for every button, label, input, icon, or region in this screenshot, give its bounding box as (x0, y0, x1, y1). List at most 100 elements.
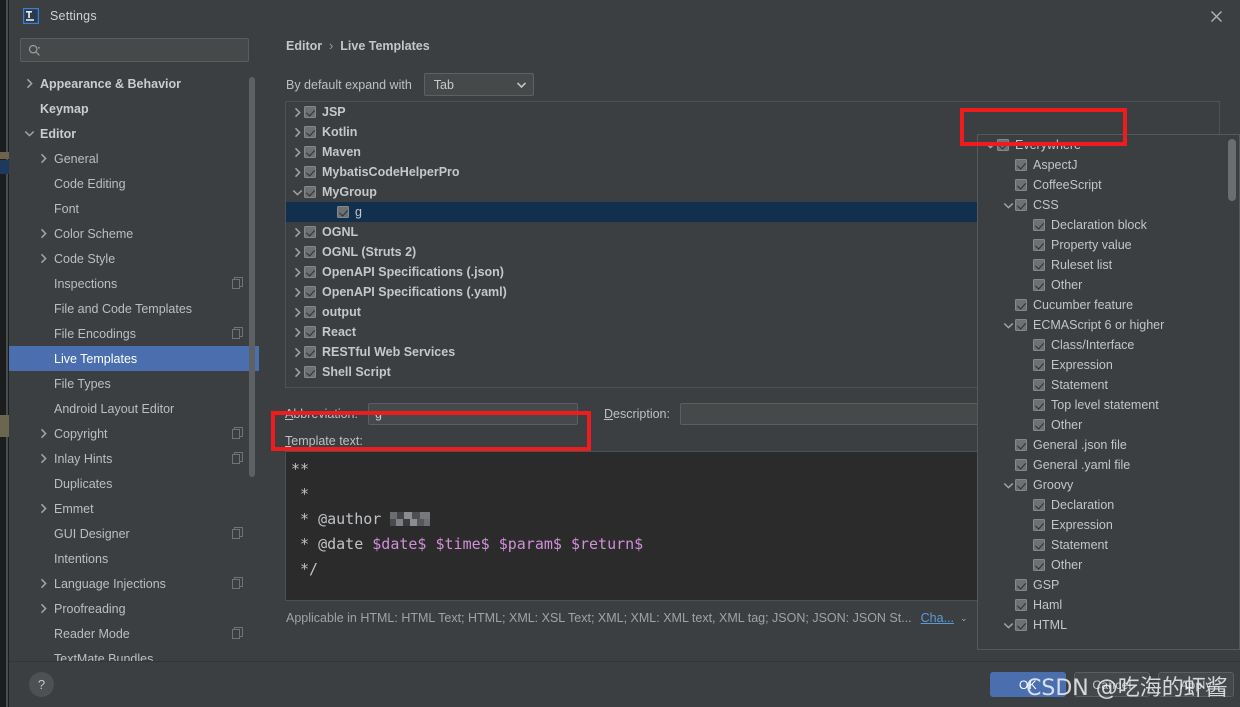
context-row[interactable]: Expression (978, 515, 1239, 535)
chevron-down-icon[interactable] (1002, 200, 1015, 211)
context-checkbox[interactable] (1033, 559, 1045, 571)
cancel-button[interactable]: Cancel (1074, 672, 1150, 697)
context-checkbox[interactable] (1015, 299, 1027, 311)
sidebar-item-android-layout-editor[interactable]: Android Layout Editor (9, 396, 259, 421)
chevron-down-icon[interactable] (984, 140, 997, 151)
sidebar-item-general[interactable]: General (9, 146, 259, 171)
context-row[interactable]: GSP (978, 575, 1239, 595)
context-row[interactable]: Declaration (978, 495, 1239, 515)
sidebar-item-intentions[interactable]: Intentions (9, 546, 259, 571)
template-checkbox[interactable] (304, 306, 316, 318)
template-checkbox[interactable] (304, 126, 316, 138)
sidebar-item-gui-designer[interactable]: GUI Designer (9, 521, 259, 546)
context-row[interactable]: Ruleset list (978, 255, 1239, 275)
context-row[interactable]: Haml (978, 595, 1239, 615)
context-row[interactable]: Cucumber feature (978, 295, 1239, 315)
chevron-right-icon[interactable] (37, 578, 49, 590)
context-row[interactable]: Other (978, 275, 1239, 295)
context-row[interactable]: CSS (978, 195, 1239, 215)
sidebar-item-keymap[interactable]: Keymap (9, 96, 259, 121)
sidebar-item-file-types[interactable]: File Types (9, 371, 259, 396)
context-row[interactable]: CoffeeScript (978, 175, 1239, 195)
context-checkbox[interactable] (1015, 319, 1027, 331)
chevron-right-icon[interactable] (37, 503, 49, 515)
template-checkbox[interactable] (304, 286, 316, 298)
chevron-right-icon[interactable] (291, 147, 304, 158)
template-row[interactable]: JSP (286, 102, 1219, 122)
settings-category-tree[interactable]: Appearance & Behavior Keymap Editor General… (9, 71, 259, 661)
context-checkbox[interactable] (1015, 599, 1027, 611)
sidebar-item-copyright[interactable]: Copyright (9, 421, 259, 446)
context-checkbox[interactable] (1033, 359, 1045, 371)
context-row[interactable]: Statement (978, 535, 1239, 555)
context-row[interactable]: Everywhere (978, 135, 1239, 155)
context-row[interactable]: Statement (978, 375, 1239, 395)
search-input[interactable] (46, 41, 236, 59)
chevron-down-icon[interactable]: ⌄ (960, 613, 968, 624)
close-icon[interactable] (1202, 5, 1230, 27)
context-row[interactable]: General .json file (978, 435, 1239, 455)
chevron-right-icon[interactable] (291, 367, 304, 378)
chevron-right-icon[interactable] (37, 428, 49, 440)
ok-button[interactable]: OK (990, 672, 1066, 697)
template-checkbox[interactable] (304, 186, 316, 198)
template-checkbox[interactable] (337, 206, 349, 218)
context-checkbox[interactable] (1033, 419, 1045, 431)
context-checkbox[interactable] (997, 139, 1009, 151)
context-checkbox[interactable] (1015, 179, 1027, 191)
context-checkbox[interactable] (1015, 199, 1027, 211)
context-scrollbar-thumb[interactable] (1228, 139, 1236, 201)
sidebar-item-reader-mode[interactable]: Reader Mode (9, 621, 259, 646)
chevron-right-icon[interactable] (37, 603, 49, 615)
chevron-right-icon[interactable] (291, 307, 304, 318)
chevron-right-icon[interactable] (23, 78, 35, 90)
context-checkbox[interactable] (1033, 499, 1045, 511)
context-checkbox[interactable] (1015, 459, 1027, 471)
context-checkbox[interactable] (1033, 339, 1045, 351)
context-checkbox[interactable] (1015, 439, 1027, 451)
sidebar-item-proofreading[interactable]: Proofreading (9, 596, 259, 621)
search-box[interactable] (20, 38, 249, 62)
sidebar-scrollbar-thumb[interactable] (249, 77, 255, 477)
template-checkbox[interactable] (304, 146, 316, 158)
context-row[interactable]: HTML (978, 615, 1239, 635)
context-row[interactable]: Top level statement (978, 395, 1239, 415)
sidebar-item-color-scheme[interactable]: Color Scheme (9, 221, 259, 246)
chevron-right-icon[interactable] (291, 127, 304, 138)
chevron-down-icon[interactable] (1002, 320, 1015, 331)
template-checkbox[interactable] (304, 366, 316, 378)
context-row[interactable]: Property value (978, 235, 1239, 255)
chevron-right-icon[interactable] (37, 453, 49, 465)
help-icon[interactable]: ? (29, 672, 54, 697)
sidebar-item-textmate-bundles[interactable]: TextMate Bundles (9, 646, 259, 662)
template-checkbox[interactable] (304, 246, 316, 258)
sidebar-item-file-and-code-templates[interactable]: File and Code Templates (9, 296, 259, 321)
expand-with-dropdown[interactable]: Tab (423, 73, 534, 96)
sidebar-item-emmet[interactable]: Emmet (9, 496, 259, 521)
context-checkbox[interactable] (1015, 619, 1027, 631)
context-row[interactable]: Class/Interface (978, 335, 1239, 355)
context-row[interactable]: Declaration block (978, 215, 1239, 235)
context-row[interactable]: Other (978, 415, 1239, 435)
template-checkbox[interactable] (304, 266, 316, 278)
chevron-down-icon[interactable] (1002, 480, 1015, 491)
context-row[interactable]: AspectJ (978, 155, 1239, 175)
chevron-right-icon[interactable] (291, 167, 304, 178)
context-checkbox[interactable] (1033, 399, 1045, 411)
apply-button[interactable]: Apply (1158, 672, 1234, 697)
context-row[interactable]: Groovy (978, 475, 1239, 495)
context-row[interactable]: Expression (978, 355, 1239, 375)
context-checkbox[interactable] (1033, 519, 1045, 531)
context-row[interactable]: General .yaml file (978, 455, 1239, 475)
sidebar-item-duplicates[interactable]: Duplicates (9, 471, 259, 496)
chevron-right-icon[interactable] (291, 227, 304, 238)
context-checkbox[interactable] (1015, 479, 1027, 491)
context-checkbox[interactable] (1033, 539, 1045, 551)
context-checkbox[interactable] (1033, 259, 1045, 271)
sidebar-item-code-style[interactable]: Code Style (9, 246, 259, 271)
sidebar-item-code-editing[interactable]: Code Editing (9, 171, 259, 196)
abbreviation-input[interactable]: g (367, 403, 578, 425)
sidebar-item-inspections[interactable]: Inspections (9, 271, 259, 296)
sidebar-item-font[interactable]: Font (9, 196, 259, 221)
chevron-right-icon[interactable] (37, 253, 49, 265)
